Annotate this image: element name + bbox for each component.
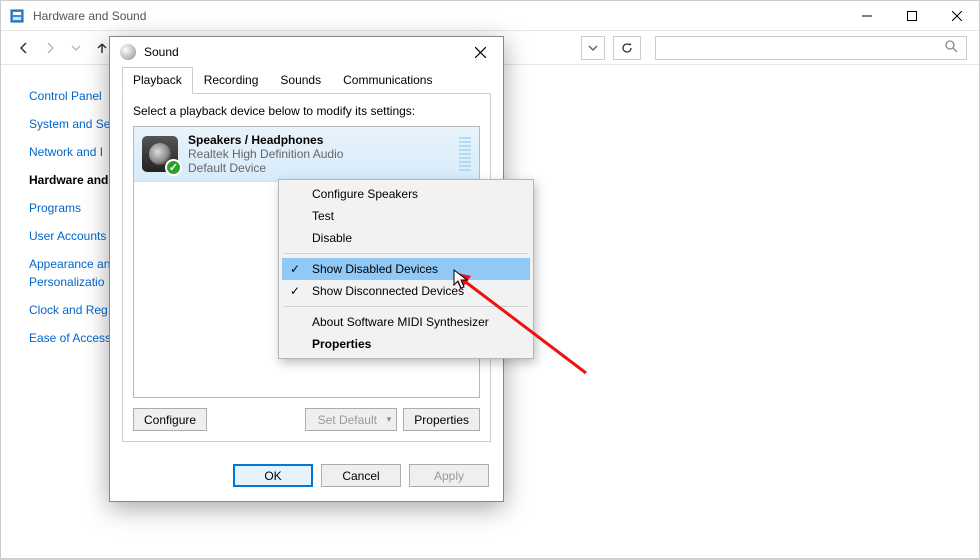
check-icon: ✓ (290, 284, 300, 298)
set-default-button[interactable]: Set Default (305, 408, 397, 431)
device-name: Speakers / Headphones (188, 133, 343, 147)
ctx-configure-speakers[interactable]: Configure Speakers (282, 183, 530, 205)
sound-icon (120, 44, 136, 60)
search-box[interactable] (655, 36, 967, 60)
apply-button[interactable]: Apply (409, 464, 489, 487)
dialog-titlebar[interactable]: Sound (110, 37, 503, 67)
ctx-about-midi[interactable]: About Software MIDI Synthesizer (282, 311, 530, 333)
parent-titlebar: Hardware and Sound (1, 1, 979, 31)
instruction-text: Select a playback device below to modify… (133, 104, 480, 118)
control-panel-icon (9, 8, 25, 24)
ctx-separator (284, 253, 528, 254)
ctx-show-disabled[interactable]: ✓Show Disabled Devices (282, 258, 530, 280)
minimize-button[interactable] (844, 1, 889, 31)
speaker-icon: ✓ (142, 136, 178, 172)
device-item-speakers[interactable]: ✓ Speakers / Headphones Realtek High Def… (134, 127, 479, 182)
parent-title: Hardware and Sound (33, 9, 146, 23)
properties-button[interactable]: Properties (403, 408, 480, 431)
forward-button[interactable] (39, 37, 61, 59)
tab-recording[interactable]: Recording (193, 67, 270, 94)
address-dropdown[interactable] (581, 36, 605, 60)
refresh-button[interactable] (613, 36, 641, 60)
default-check-icon: ✓ (165, 159, 182, 176)
ctx-properties[interactable]: Properties (282, 333, 530, 355)
ctx-disable[interactable]: Disable (282, 227, 530, 249)
maximize-button[interactable] (889, 1, 934, 31)
level-meter (459, 137, 471, 171)
context-menu: Configure Speakers Test Disable ✓Show Di… (278, 179, 534, 359)
dialog-tabs: Playback Recording Sounds Communications (122, 67, 491, 94)
configure-button[interactable]: Configure (133, 408, 207, 431)
tab-playback[interactable]: Playback (122, 67, 193, 94)
ctx-test[interactable]: Test (282, 205, 530, 227)
tab-sounds[interactable]: Sounds (269, 67, 332, 94)
cancel-button[interactable]: Cancel (321, 464, 401, 487)
dialog-close-button[interactable] (459, 38, 501, 66)
tab-communications[interactable]: Communications (332, 67, 443, 94)
recent-dropdown[interactable] (65, 37, 87, 59)
search-icon (944, 39, 958, 56)
check-icon: ✓ (290, 262, 300, 276)
back-button[interactable] (13, 37, 35, 59)
ctx-separator (284, 306, 528, 307)
device-vendor: Realtek High Definition Audio (188, 147, 343, 161)
ctx-show-disconnected[interactable]: ✓Show Disconnected Devices (282, 280, 530, 302)
ok-button[interactable]: OK (233, 464, 313, 487)
close-button[interactable] (934, 1, 979, 31)
device-status: Default Device (188, 161, 343, 175)
dialog-title: Sound (144, 45, 179, 59)
